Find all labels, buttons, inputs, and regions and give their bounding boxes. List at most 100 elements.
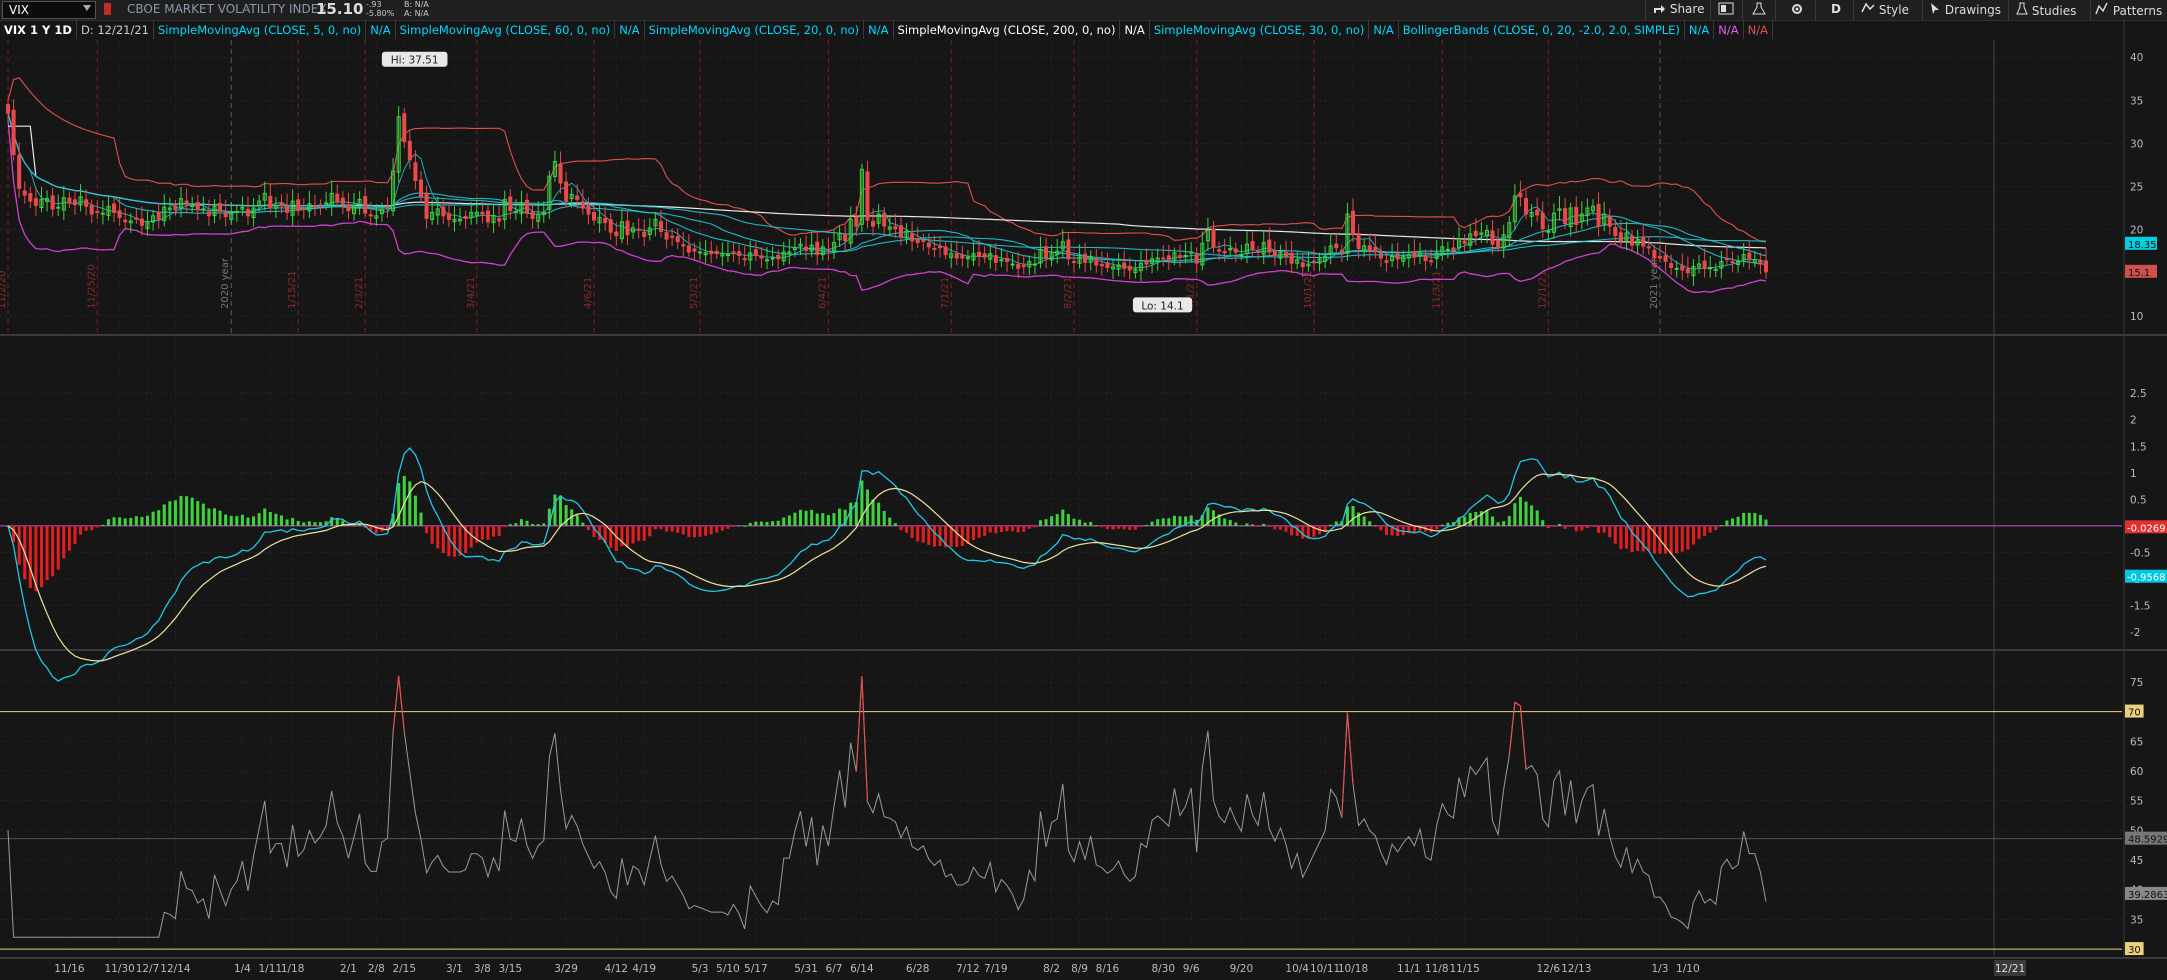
chart-canvas[interactable]: 10 15 20 25 30 35 40 -2 -1.5 -1 -0.5 0 0.5 1 1.5 2 2.5 30…: [0, 0, 2167, 980]
macd-histogram-bar: [793, 512, 797, 526]
symbol-dropdown-icon[interactable]: [83, 5, 91, 11]
candle-body: [1088, 255, 1093, 263]
net-change: -.93: [366, 0, 382, 9]
candle-body: [368, 214, 373, 217]
rsi-marker-label: 30: [2128, 945, 2141, 956]
macd-histogram-bar: [536, 524, 540, 526]
settings-button[interactable]: [1790, 2, 1804, 19]
share-button[interactable]: Share: [1652, 2, 1704, 16]
macd-histogram-bar: [575, 515, 579, 526]
macd-histogram-bar: [134, 516, 138, 526]
candle-body: [78, 196, 83, 206]
macd-histogram-bar: [815, 513, 819, 526]
candle-body: [1339, 249, 1344, 253]
macd-histogram-bar: [1552, 525, 1556, 527]
candle-body: [1272, 250, 1277, 256]
candle-body: [1105, 262, 1110, 269]
rsi-marker-label: 48.5929: [2128, 835, 2167, 846]
candle-body: [530, 211, 535, 219]
candle-body: [1445, 248, 1450, 251]
candle-body: [1535, 209, 1540, 216]
candle-body: [1038, 248, 1043, 264]
drawings-button[interactable]: Drawings: [1929, 2, 2001, 17]
candle-body: [670, 235, 675, 238]
layout-button[interactable]: [1718, 2, 1734, 18]
macd-histogram-bar: [843, 509, 847, 526]
macd-histogram-bar: [151, 511, 155, 526]
symbol-input[interactable]: VIX: [2, 1, 96, 19]
candle-body: [184, 200, 189, 206]
rsi-tick-label: 70: [2130, 707, 2143, 719]
macd-tick-label: 0.5: [2130, 494, 2147, 506]
candle-body: [84, 199, 89, 207]
candle-body: [1384, 260, 1389, 263]
study-sma5[interactable]: SimpleMovingAvg (CLOSE, 5, 0, no): [154, 21, 367, 39]
rsi-study-label[interactable]: RSI (14, 70, 30, CLOSE, WILDERS, no): [0, 650, 226, 668]
study-sma30[interactable]: SimpleMovingAvg (CLOSE, 30, 0, no): [1150, 21, 1370, 39]
candle-body: [692, 248, 697, 252]
chart-title: VIX 1 Y 1D: [0, 21, 77, 39]
macd-histogram-bar: [1474, 511, 1478, 526]
study-sma200[interactable]: SimpleMovingAvg (CLOSE, 200, 0, no): [894, 21, 1121, 39]
study-bollinger[interactable]: BollingerBands (CLOSE, 0, 20, -2.0, 2.0,…: [1399, 21, 1685, 39]
candle-body: [943, 246, 948, 256]
macd-zero-value: 0: [305, 336, 321, 354]
layout-icon: [1718, 2, 1734, 15]
time-tick-label: 3/1: [446, 963, 463, 975]
macd-histogram-bar: [648, 525, 652, 537]
macd-histogram-bar: [910, 525, 914, 538]
macd-histogram-bar: [263, 508, 267, 526]
candle-body: [519, 202, 524, 214]
candle-body: [787, 251, 792, 255]
symbol-description: CBOE MARKET VOLATILITY INDEX: [127, 2, 327, 16]
candle-body: [1289, 252, 1294, 264]
time-tick-label: 6/14: [850, 963, 874, 975]
macd-value: N/A: [217, 336, 246, 354]
rsi-tick-label: 55: [2130, 796, 2143, 808]
candle-body: [1501, 234, 1506, 249]
candle-body: [1473, 230, 1478, 237]
macd-histogram-bar: [1424, 525, 1428, 532]
aggregation-button[interactable]: D: [1831, 2, 1841, 16]
event-marker-label: 4/6/21: [583, 277, 594, 309]
candle-body: [357, 198, 362, 206]
flask-button[interactable]: [1752, 2, 1766, 19]
time-tick-label: 5/17: [744, 963, 768, 975]
macd-histogram-bar: [1094, 525, 1098, 527]
macd-histogram-bar: [1111, 525, 1115, 530]
study-sma20[interactable]: SimpleMovingAvg (CLOSE, 20, 0, no): [645, 21, 865, 39]
event-marker-label: 11/2/20: [0, 270, 8, 309]
macd-histogram-bar: [849, 502, 853, 526]
macd-tick-label: 1.5: [2130, 441, 2147, 453]
candle-body: [1250, 241, 1255, 250]
patterns-button[interactable]: Patterns: [2095, 2, 2162, 18]
macd-histogram-bar: [1703, 525, 1707, 536]
study-sma60[interactable]: SimpleMovingAvg (CLOSE, 60, 0, no): [396, 21, 616, 39]
macd-study-label[interactable]: MACD (12, 26, 9, EXPONENTIAL, no): [0, 336, 217, 354]
style-button[interactable]: Style: [1861, 2, 1909, 17]
macd-tick-label: 0: [2130, 521, 2137, 533]
time-tick-label: 10/4: [1285, 963, 1309, 975]
macd-histogram-bar: [653, 525, 657, 530]
candle-body: [1630, 235, 1635, 246]
macd-tick-label: -0.5: [2130, 547, 2151, 559]
flag-icon[interactable]: [104, 3, 111, 15]
toolbar-separator: [1710, 0, 1711, 20]
macd-histogram-bar: [1234, 522, 1238, 526]
macd-histogram-bar: [592, 525, 596, 538]
macd-histogram-bar: [720, 525, 724, 531]
macd-histogram-bar: [1011, 525, 1015, 532]
candle-body: [1194, 253, 1199, 264]
candle-body: [340, 197, 345, 206]
candle-body: [1540, 212, 1545, 230]
studies-button[interactable]: Studies: [2016, 2, 2076, 18]
candle-body: [725, 254, 730, 257]
macd-histogram-bar: [603, 525, 607, 543]
candle-body: [776, 254, 781, 260]
macd-histogram-bar: [240, 514, 244, 526]
macd-histogram-bar: [1189, 515, 1193, 526]
macd-marker-box: [2125, 569, 2167, 583]
time-tick-label: 11/1: [1397, 963, 1421, 975]
info-icon[interactable]: !: [6, 44, 19, 57]
macd-histogram-bar: [1306, 525, 1310, 539]
